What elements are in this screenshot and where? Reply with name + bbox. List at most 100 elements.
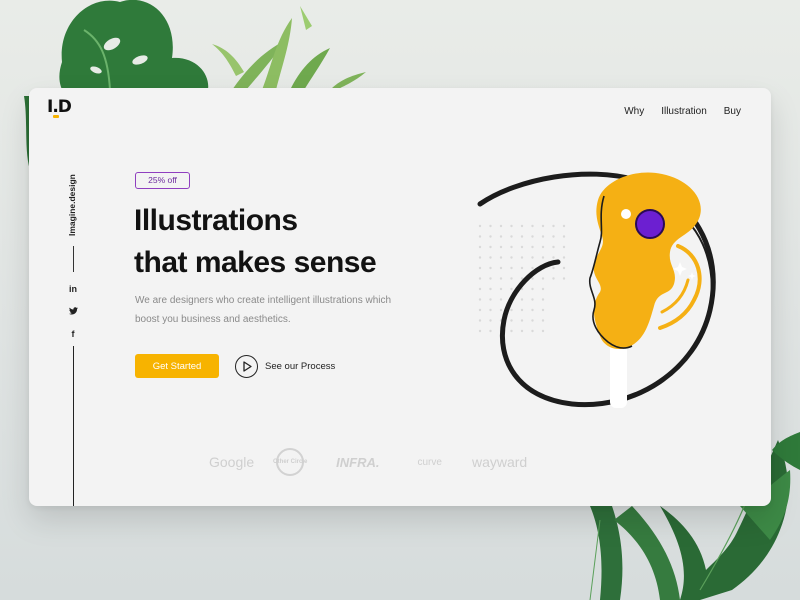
grid-dot bbox=[531, 287, 534, 291]
grid-dot bbox=[510, 256, 513, 259]
grid-dot bbox=[562, 235, 566, 238]
partner-curve: curve bbox=[417, 456, 442, 468]
facebook-icon[interactable]: f bbox=[66, 327, 80, 341]
grid-dot bbox=[541, 329, 545, 333]
grid-dot bbox=[510, 245, 513, 249]
grid-dot bbox=[499, 287, 503, 291]
grid-dot bbox=[562, 224, 566, 228]
grid-dot bbox=[562, 266, 566, 270]
linkedin-icon[interactable]: in bbox=[66, 282, 80, 296]
grid-dot bbox=[520, 256, 524, 259]
grid-dot bbox=[520, 235, 524, 238]
grid-dot bbox=[499, 256, 503, 259]
grid-dot bbox=[478, 277, 482, 280]
grid-dot bbox=[552, 224, 555, 228]
grid-dot bbox=[478, 287, 482, 291]
grid-dot bbox=[478, 308, 482, 312]
partner-wayward: wayward bbox=[471, 454, 528, 470]
grid-dot bbox=[478, 298, 482, 301]
grid-dot bbox=[541, 245, 545, 249]
partner-google: Google bbox=[209, 454, 255, 470]
discount-badge: 25% off bbox=[135, 172, 190, 189]
grid-dot bbox=[489, 329, 492, 333]
grid-dot bbox=[541, 277, 545, 280]
grid-dot bbox=[531, 245, 534, 249]
grid-dot bbox=[520, 319, 524, 322]
grid-dot bbox=[552, 256, 555, 259]
grid-dot bbox=[489, 287, 492, 291]
side-line bbox=[73, 346, 74, 506]
grid-dot bbox=[541, 235, 545, 238]
grid-dot bbox=[531, 266, 534, 270]
grid-dot bbox=[499, 298, 503, 301]
sparkle bbox=[673, 262, 687, 276]
yellow-head-shape bbox=[593, 172, 701, 350]
grid-dot bbox=[489, 256, 492, 259]
grid-dot bbox=[478, 256, 482, 259]
grid-dot bbox=[520, 308, 524, 312]
grid-dot bbox=[552, 245, 555, 249]
grid-dot bbox=[520, 329, 524, 333]
grid-dot bbox=[510, 308, 513, 312]
stem bbox=[610, 340, 627, 408]
grid-dot bbox=[499, 277, 503, 280]
brand-logo[interactable]: I.D bbox=[47, 97, 72, 117]
grid-dot bbox=[541, 308, 545, 312]
grid-dot bbox=[562, 256, 566, 259]
grid-dot bbox=[489, 245, 492, 249]
grid-dot bbox=[531, 308, 534, 312]
grid-dot bbox=[499, 266, 503, 270]
get-started-button[interactable]: Get Started bbox=[135, 354, 219, 378]
grid-dot bbox=[510, 235, 513, 238]
grid-dot bbox=[510, 329, 513, 333]
grid-dot bbox=[478, 266, 482, 270]
top-nav: Why Illustration Buy bbox=[624, 106, 741, 117]
hero-card: I.D Why Illustration Buy Imagine.design … bbox=[29, 88, 771, 506]
subtitle-line-2: boost you business and aesthetics. bbox=[135, 314, 291, 325]
grid-dot bbox=[489, 235, 492, 238]
grid-dot bbox=[531, 256, 534, 259]
twitter-icon[interactable] bbox=[66, 305, 80, 319]
grid-dot bbox=[510, 277, 513, 280]
nav-link-buy[interactable]: Buy bbox=[724, 106, 741, 117]
hero-illustration bbox=[477, 171, 716, 408]
see-process-link[interactable]: See our Process bbox=[235, 354, 335, 378]
grid-dot bbox=[562, 277, 566, 280]
grid-dot bbox=[552, 235, 555, 238]
hero-headline: Illustrations that makes sense bbox=[134, 200, 377, 284]
nav-link-illustration[interactable]: Illustration bbox=[661, 106, 707, 117]
sparkle-small bbox=[688, 272, 696, 280]
grid-dot bbox=[499, 308, 503, 312]
fern-leaf-right-edge bbox=[772, 432, 800, 470]
grid-dot bbox=[489, 277, 492, 280]
grid-dot bbox=[541, 319, 545, 322]
grid-dot bbox=[489, 298, 492, 301]
grid-dot bbox=[478, 224, 482, 228]
grid-dot bbox=[541, 287, 545, 291]
grid-dot bbox=[510, 319, 513, 322]
grid-dot bbox=[531, 319, 534, 322]
grid-dot bbox=[531, 277, 534, 280]
grid-dot bbox=[499, 235, 503, 238]
grid-dot bbox=[541, 256, 545, 259]
grid-dot bbox=[531, 298, 534, 301]
grid-dot bbox=[541, 298, 545, 301]
side-brand-text: Imagine.design bbox=[67, 174, 77, 236]
grid-dot bbox=[520, 298, 524, 301]
nav-link-why[interactable]: Why bbox=[624, 106, 644, 117]
partner-other-circle: Other Circle bbox=[273, 448, 307, 476]
grid-dot bbox=[510, 266, 513, 270]
grid-dot bbox=[489, 224, 492, 228]
grid-dot bbox=[531, 224, 534, 228]
play-icon[interactable] bbox=[235, 354, 258, 378]
grid-dot bbox=[531, 235, 534, 238]
palm-fronds-top bbox=[212, 6, 366, 90]
grid-dot bbox=[552, 266, 555, 270]
headline-line-2: that makes sense bbox=[134, 246, 377, 279]
grid-dot bbox=[478, 235, 482, 238]
white-highlight-dot bbox=[621, 209, 631, 219]
grid-dot bbox=[489, 266, 492, 270]
grid-dot bbox=[510, 287, 513, 291]
headline-line-1: Illustrations bbox=[134, 204, 298, 237]
grid-dot bbox=[520, 266, 524, 270]
